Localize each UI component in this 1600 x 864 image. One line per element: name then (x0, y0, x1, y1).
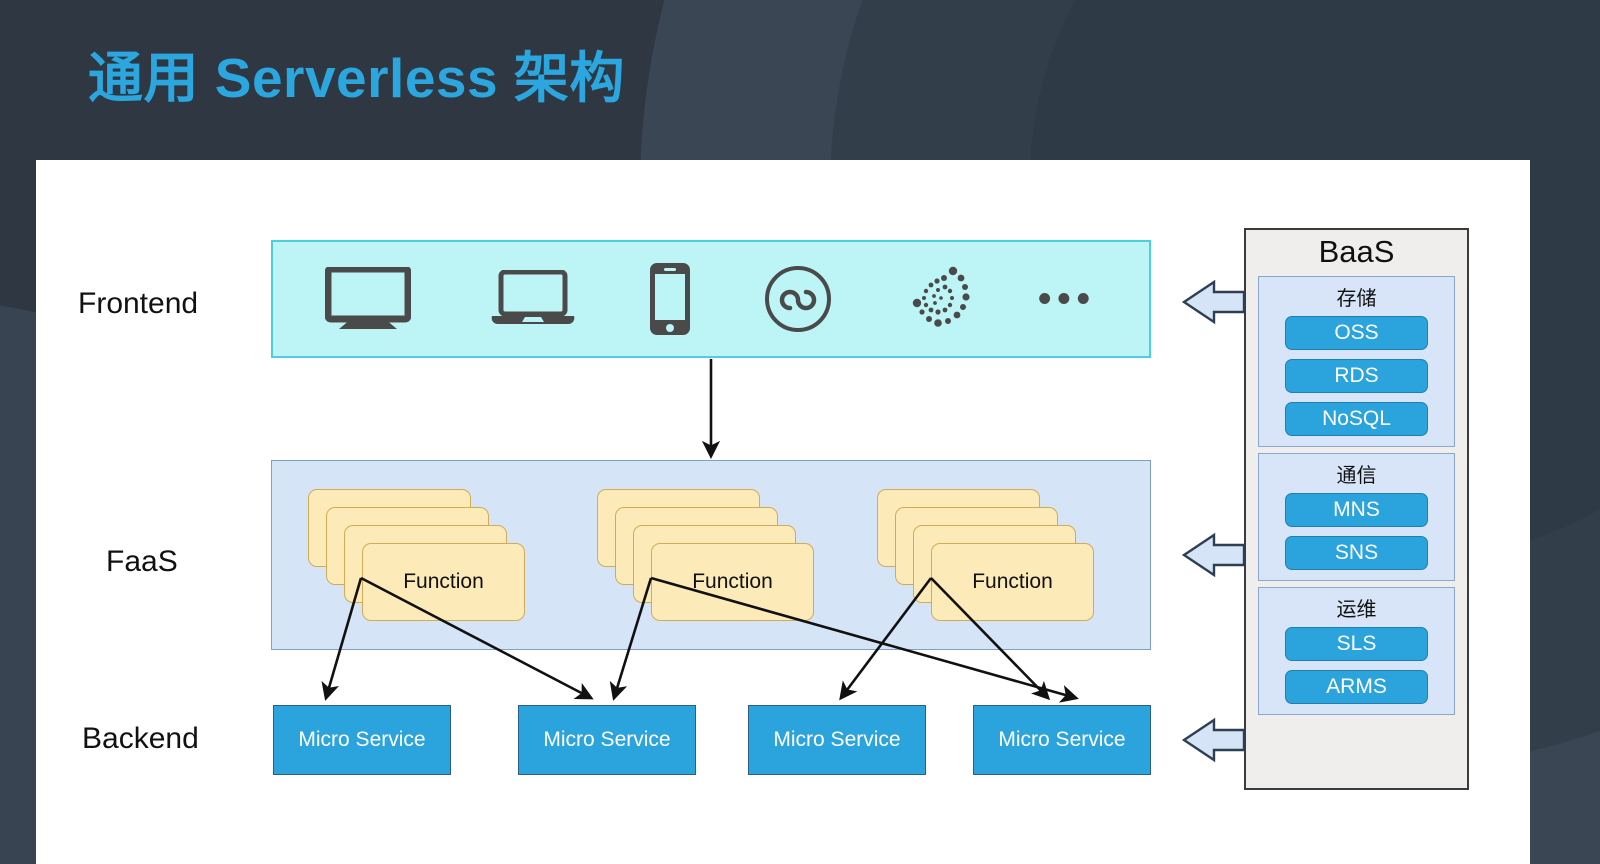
baas-panel: BaaS 存储 OSS RDS NoSQL 通信 MNS SNS 运维 SLS … (1244, 228, 1469, 790)
row-label-faas: FaaS (106, 545, 178, 578)
wechat-miniprogram-icon (763, 264, 833, 334)
diagram-canvas: Frontend FaaS Backend ••• Function Funct… (36, 160, 1530, 864)
iot-dots-icon (908, 264, 978, 334)
smartphone-icon (648, 261, 692, 337)
baas-group-operations: 运维 SLS ARMS (1258, 586, 1455, 715)
function-stack[interactable]: Function (877, 489, 1107, 621)
function-card[interactable]: Function (931, 543, 1094, 621)
micro-service-box[interactable]: Micro Service (518, 705, 696, 775)
baas-group-title: 通信 (1336, 464, 1377, 487)
baas-group-title: 运维 (1336, 598, 1377, 621)
function-card[interactable]: Function (651, 543, 814, 621)
baas-service-arms[interactable]: ARMS (1285, 669, 1428, 704)
frontend-device-row: ••• (273, 242, 1149, 356)
row-label-backend: Backend (82, 722, 199, 755)
baas-arrow-to-frontend (1181, 279, 1246, 325)
baas-group-title: 存储 (1336, 287, 1377, 310)
micro-service-box[interactable]: Micro Service (748, 705, 926, 775)
baas-group-communication: 通信 MNS SNS (1258, 452, 1455, 581)
micro-service-box[interactable]: Micro Service (973, 705, 1151, 775)
baas-service-sns[interactable]: SNS (1285, 535, 1428, 570)
function-stack[interactable]: Function (597, 489, 827, 621)
function-card[interactable]: Function (362, 543, 525, 621)
baas-service-sls[interactable]: SLS (1285, 626, 1428, 661)
page-title: 通用 Serverless 架构 (88, 47, 625, 109)
baas-service-rds[interactable]: RDS (1285, 358, 1428, 393)
laptop-icon (488, 270, 578, 328)
micro-service-box[interactable]: Micro Service (273, 705, 451, 775)
baas-service-mns[interactable]: MNS (1285, 492, 1428, 527)
frontend-layer-band: ••• (271, 240, 1151, 358)
baas-service-nosql[interactable]: NoSQL (1285, 401, 1428, 436)
slide-root: 通用 Serverless 架构 Frontend FaaS Backend •… (0, 0, 1600, 864)
baas-arrow-to-backend (1181, 717, 1246, 763)
baas-service-oss[interactable]: OSS (1285, 315, 1428, 350)
function-stack[interactable]: Function (308, 489, 538, 621)
ellipsis-icon: ••• (1038, 278, 1096, 320)
faas-layer-band: Function Function Function (271, 460, 1151, 650)
baas-panel-title: BaaS (1318, 234, 1395, 269)
baas-group-storage: 存储 OSS RDS NoSQL (1258, 275, 1455, 447)
baas-arrow-to-faas (1181, 532, 1246, 578)
row-label-frontend: Frontend (78, 287, 199, 320)
desktop-monitor-icon (325, 267, 411, 331)
